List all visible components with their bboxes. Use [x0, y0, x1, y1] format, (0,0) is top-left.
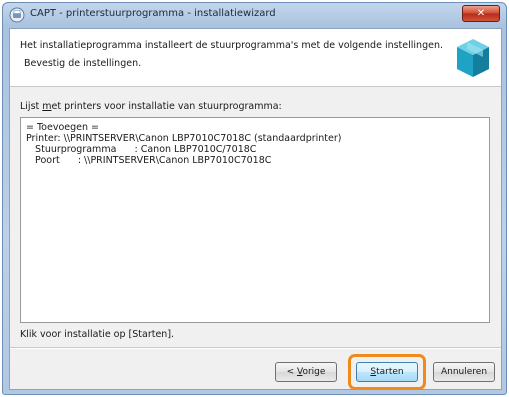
printer-list-label: Lijst met printers voor installatie van … [20, 101, 282, 112]
printer-setup-icon [9, 7, 25, 23]
title-bar[interactable]: CAPT - printerstuurprogramma - installat… [3, 3, 506, 27]
list-line-printer: Printer: \\PRINTSERVER\Canon LBP7010C701… [26, 133, 342, 144]
close-icon: ✕ [476, 8, 486, 19]
list-line-add: = Toevoegen = [26, 122, 99, 133]
separator [10, 347, 501, 349]
wizard-window: CAPT - printerstuurprogramma - installat… [2, 2, 507, 395]
header-description: Het installatieprogramma installeert de … [20, 40, 443, 51]
back-button[interactable]: < Vorige [275, 362, 337, 382]
list-line-port: Poort : \\PRINTSERVER\Canon LBP7010C7018… [26, 155, 272, 166]
cancel-button[interactable]: Annuleren [433, 362, 495, 382]
window-title: CAPT - printerstuurprogramma - installat… [30, 8, 276, 19]
wizard-client-area: Het installatieprogramma installeert de … [9, 28, 502, 390]
printer-list-box[interactable]: = Toevoegen = Printer: \\PRINTSERVER\Can… [20, 117, 490, 323]
package-icon [457, 39, 489, 77]
start-button-highlight [348, 354, 426, 390]
header-confirm-text: Bevestig de instellingen. [24, 58, 142, 69]
close-button[interactable]: ✕ [462, 5, 500, 22]
header-panel: Het installatieprogramma installeert de … [10, 29, 501, 87]
list-line-driver: Stuurprogramma : Canon LBP7010C/7018C [26, 144, 257, 155]
start-instruction: Klik voor installatie op [Starten]. [20, 329, 175, 340]
